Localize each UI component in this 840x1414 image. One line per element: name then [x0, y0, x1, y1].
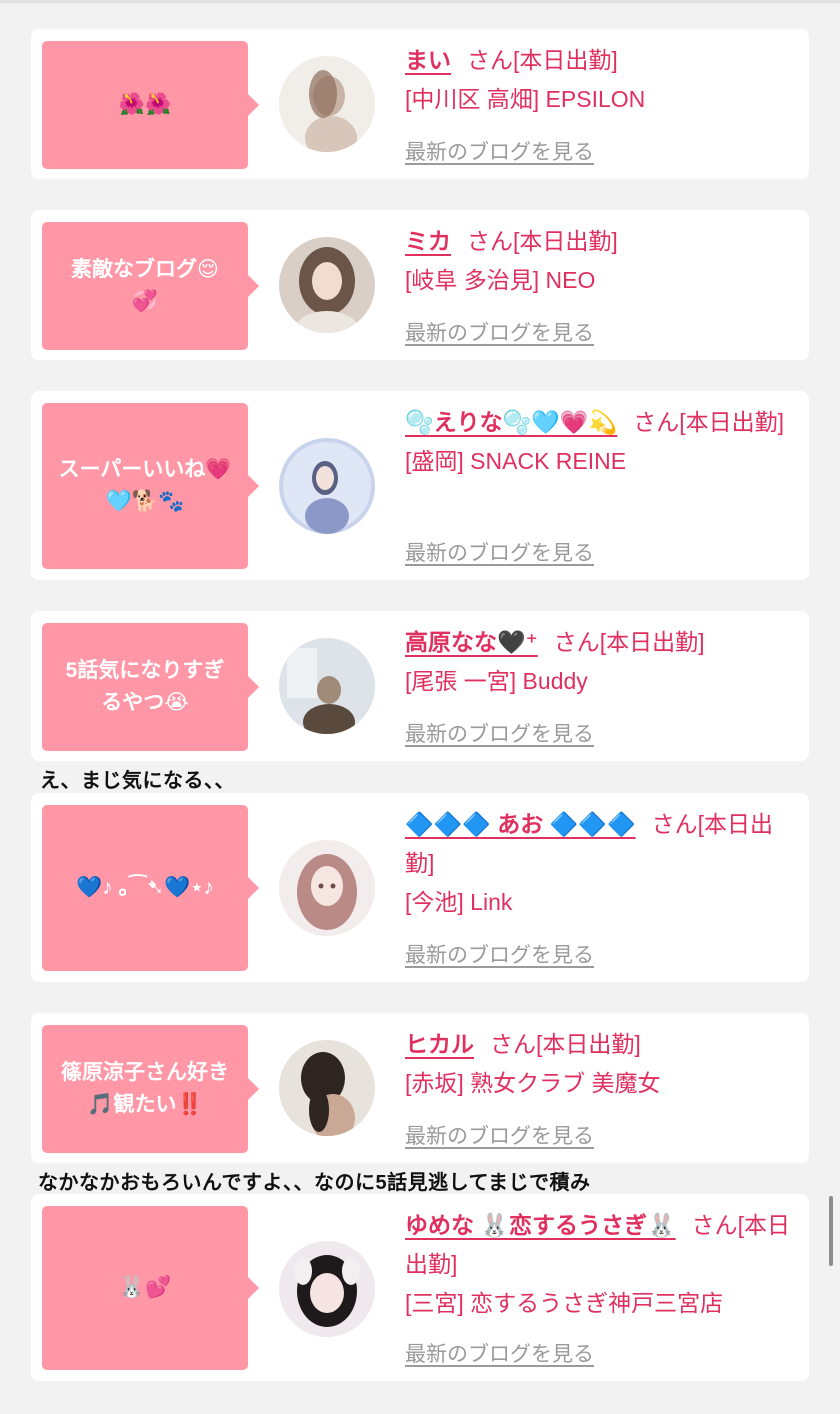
- avatar[interactable]: [279, 840, 375, 936]
- blog-card: スーパーいいね💗 🩵🐕🐾 🫧えりな🫧🩵💗💫 さん[本日出勤] [盛岡] SNACK…: [31, 391, 809, 580]
- comment-bubble: 🐰💕: [42, 1206, 259, 1370]
- comment-line: スーパーいいね💗: [58, 458, 232, 481]
- comment-bubble: 🌺🌺: [42, 41, 259, 169]
- comment-bubble: 💙♪ ｡⁀➷💙⋆♪: [42, 805, 259, 971]
- cast-name-link[interactable]: ゆめな 🐰恋するうさぎ🐰: [405, 1212, 676, 1238]
- post-caption: え、まじ気になる、、: [40, 770, 235, 792]
- cast-name-link[interactable]: まい: [405, 47, 451, 73]
- cast-name-link[interactable]: 🫧えりな🫧🩵💗💫: [405, 409, 617, 435]
- attendance-label: さん[本日出勤]: [490, 1031, 641, 1057]
- blog-card: 🐰💕 ゆめな 🐰恋するうさぎ🐰 さん[本日出勤] [三宮] 恋するうさぎ神戸三宮店…: [31, 1194, 809, 1381]
- avatar[interactable]: [279, 56, 375, 152]
- blog-card: 💙♪ ｡⁀➷💙⋆♪ 🔷🔷🔷 あお 🔷🔷🔷 さん[本日出勤] [今池] Link 最…: [31, 793, 809, 982]
- comment-line: 💙♪ ｡⁀➷💙⋆♪: [76, 876, 214, 899]
- avatar[interactable]: [279, 1241, 375, 1337]
- comment-line: 🩵🐕🐾: [105, 490, 185, 513]
- attendance-label: さん[本日出勤]: [467, 228, 618, 254]
- comment-line: 🐰💕: [118, 1276, 172, 1299]
- comment-line: 🌺🌺: [118, 93, 172, 116]
- shop-label: [今池] Link: [405, 889, 513, 915]
- comment-line: 篠原涼子さん好き: [61, 1061, 229, 1084]
- latest-blog-link[interactable]: 最新のブログを見る: [405, 1120, 594, 1150]
- avatar[interactable]: [279, 237, 375, 333]
- shop-label: [岐阜 多治見] NEO: [405, 267, 596, 293]
- cast-name-link[interactable]: ヒカル: [405, 1031, 474, 1057]
- avatar[interactable]: [279, 638, 375, 734]
- comment-bubble: 5話気になりすぎ るやつ😭: [42, 623, 259, 751]
- comment-line: 5話気になりすぎ: [65, 659, 225, 682]
- shop-label: [中川区 高畑] EPSILON: [405, 86, 646, 112]
- shop-label: [赤坂] 熟女クラブ 美魔女: [405, 1070, 661, 1096]
- latest-blog-link[interactable]: 最新のブログを見る: [405, 317, 594, 347]
- comment-line: るやつ😭: [101, 691, 189, 714]
- attendance-label: さん[本日出勤]: [553, 629, 705, 655]
- shop-label: [尾張 一宮] Buddy: [405, 668, 588, 694]
- comment-line: 素敵なブログ😌: [71, 258, 219, 281]
- shop-label: [盛岡] SNACK REINE: [405, 448, 627, 474]
- shop-label: [三宮] 恋するうさぎ神戸三宮店: [405, 1290, 724, 1316]
- latest-blog-link[interactable]: 最新のブログを見る: [405, 537, 594, 567]
- comment-bubble: 篠原涼子さん好き 🎵観たい‼️: [42, 1025, 259, 1153]
- comment-line: 💞: [131, 290, 159, 313]
- blog-card: 篠原涼子さん好き 🎵観たい‼️ ヒカル さん[本日出勤] [赤坂] 熟女クラブ 美…: [31, 1013, 809, 1163]
- cast-name-link[interactable]: ミカ: [405, 228, 451, 254]
- blog-card: 素敵なブログ😌 💞 ミカ さん[本日出勤] [岐阜 多治見] NEO 最新のブログ…: [31, 210, 809, 360]
- blog-card: 5話気になりすぎ るやつ😭 高原なな🖤⁺ さん[本日出勤] [尾張 一宮] Bud…: [31, 611, 809, 761]
- latest-blog-link[interactable]: 最新のブログを見る: [405, 1338, 594, 1368]
- comment-bubble: スーパーいいね💗 🩵🐕🐾: [42, 403, 259, 569]
- attendance-label: さん[本日出勤]: [633, 409, 784, 435]
- comment-bubble: 素敵なブログ😌 💞: [42, 222, 259, 350]
- latest-blog-link[interactable]: 最新のブログを見る: [405, 718, 594, 748]
- avatar[interactable]: [279, 1040, 375, 1136]
- attendance-label: さん[本日出勤]: [467, 47, 618, 73]
- latest-blog-link[interactable]: 最新のブログを見る: [405, 939, 594, 969]
- comment-line: 🎵観たい‼️: [87, 1093, 203, 1116]
- avatar[interactable]: [279, 438, 375, 534]
- blog-card: 🌺🌺 まい さん[本日出勤] [中川区 高畑] EPSILON 最新のブログを見る: [31, 29, 809, 179]
- cast-name-link[interactable]: 高原なな🖤⁺: [405, 629, 538, 655]
- cast-name-link[interactable]: 🔷🔷🔷 あお 🔷🔷🔷: [405, 811, 636, 837]
- latest-blog-link[interactable]: 最新のブログを見る: [405, 136, 594, 166]
- post-caption: なかなかおもろいんですよ、、なのに5話見逃してまじで積み: [38, 1172, 591, 1194]
- scrollbar-thumb[interactable]: [829, 1196, 833, 1266]
- top-divider: [0, 0, 840, 3]
